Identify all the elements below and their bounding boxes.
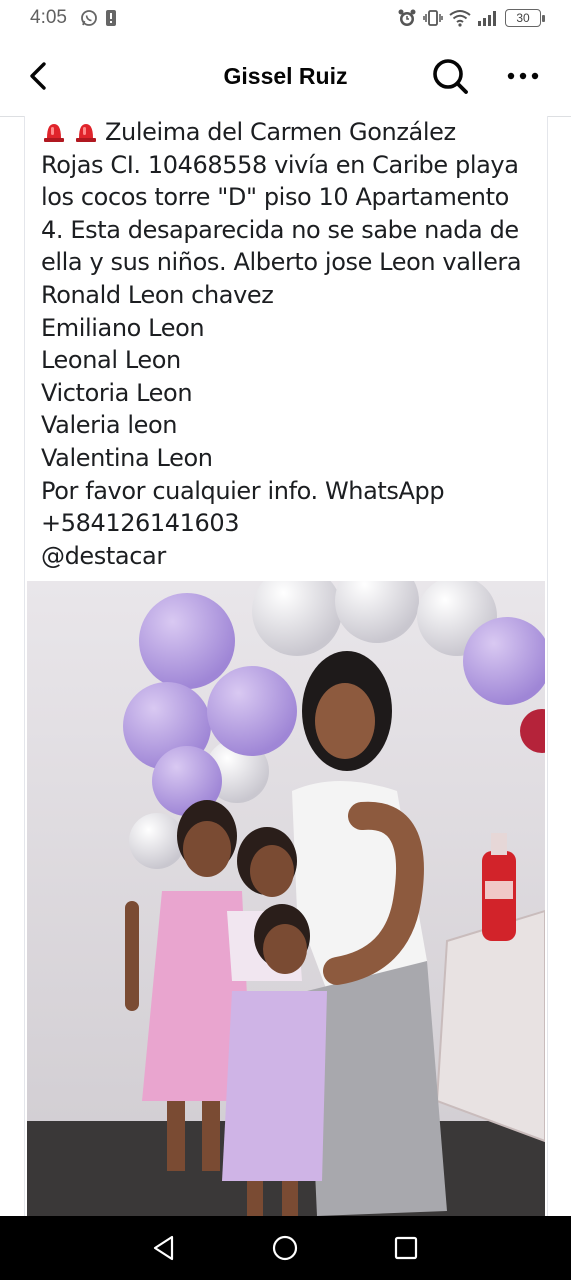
post-line-2: Rojas CI. 10468558 vivía en Caribe playa	[41, 150, 519, 179]
post-line-text: Zuleima del Carmen González	[105, 118, 456, 146]
post-line-5: ella y sus niños. Alberto jose Leon vall…	[41, 248, 522, 277]
search-icon	[433, 59, 468, 94]
page-title: Gissel Ruiz	[223, 63, 348, 89]
more-icon	[507, 72, 539, 80]
system-nav-bar	[0, 1216, 571, 1280]
status-bar: 4:05 30	[0, 0, 571, 36]
post-line-4: 4. Esta desaparecida no se sabe nada de	[41, 215, 519, 244]
app-header: Gissel Ruiz	[0, 36, 571, 117]
status-right-icons: 30	[397, 8, 545, 28]
photo-illustration	[27, 581, 545, 1216]
whatsapp-icon	[81, 10, 97, 26]
post-card: Zuleima del Carmen González Rojas CI. 10…	[24, 116, 548, 1216]
alarm-icon	[398, 9, 416, 26]
post-line-1: Zuleima del Carmen González	[41, 116, 541, 149]
post-line-6: Ronald Leon chavez	[41, 280, 274, 309]
post-line-8: Leonal Leon	[41, 346, 181, 375]
post-line-11: Valentina Leon	[41, 443, 213, 472]
post-line-9: Victoria Leon	[41, 378, 193, 407]
nav-recents-button[interactable]	[390, 1232, 422, 1264]
back-triangle-icon	[153, 1235, 174, 1261]
home-circle-icon	[272, 1235, 298, 1261]
post-line-3: los cocos torre "D" piso 10 Apartamento	[41, 183, 509, 212]
siren-icon	[76, 124, 96, 142]
post-line-10: Valeria leon	[41, 411, 178, 440]
battery-icon: 30	[505, 9, 545, 27]
post-line-14: @destacar	[41, 541, 166, 570]
status-left-icons	[80, 9, 117, 27]
post-line-12: Por favor cualquier info. WhatsApp	[41, 476, 445, 505]
notification-icon	[106, 10, 116, 26]
wifi-icon	[449, 10, 471, 27]
status-time: 4:05	[30, 7, 67, 28]
nav-home-button[interactable]	[269, 1232, 301, 1264]
siren-icon	[44, 124, 64, 142]
post-text: Zuleima del Carmen González Rojas CI. 10…	[41, 116, 541, 572]
search-button[interactable]	[430, 56, 470, 96]
post-photo[interactable]	[27, 581, 545, 1216]
post-line-7: Emiliano Leon	[41, 313, 205, 342]
post-line-13: +584126141603	[41, 509, 240, 538]
more-button[interactable]	[505, 64, 541, 88]
signal-icon	[478, 11, 496, 26]
recents-square-icon	[394, 1236, 418, 1260]
vibrate-icon	[423, 10, 443, 26]
nav-back-button[interactable]	[148, 1232, 180, 1264]
